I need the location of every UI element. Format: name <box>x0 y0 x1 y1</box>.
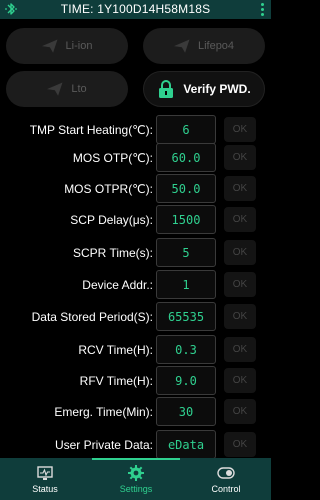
scpr-time-ok-button[interactable]: OK <box>224 240 256 265</box>
mos-otpr-input[interactable]: 50.0 <box>156 174 216 203</box>
send-icon <box>47 82 63 96</box>
scp-delay-input[interactable]: 1500 <box>156 205 216 234</box>
user-private-data-ok-button[interactable]: OK <box>224 432 256 457</box>
lifepo4-button[interactable]: Lifepo4 <box>143 28 265 64</box>
setting-row-tmp-start-heating: TMP Start Heating(℃): 6 OK <box>0 115 271 145</box>
emerg-time-input[interactable]: 30 <box>156 397 216 426</box>
rfv-time-input[interactable]: 9.0 <box>156 366 216 395</box>
nav-tab-settings[interactable]: Settings <box>91 464 181 498</box>
monitor-icon <box>37 466 53 480</box>
setting-row-data-stored-period: Data Stored Period(S): 65535 OK <box>0 302 271 332</box>
device-addr-input[interactable]: 1 <box>156 270 216 299</box>
setting-label: Emerg. Time(Min): <box>54 405 153 419</box>
setting-label: SCPR Time(s): <box>72 246 153 260</box>
setting-row-user-private-data: User Private Data: eData OK <box>0 430 271 460</box>
setting-label: MOS OTP(℃): <box>72 151 153 165</box>
setting-row-mos-otpr: MOS OTPR(℃): 50.0 OK <box>0 174 271 204</box>
li-ion-label: Li-ion <box>65 40 93 52</box>
verify-password-button[interactable]: Verify PWD. <box>143 71 265 107</box>
tmp-start-heating-input[interactable]: 6 <box>156 115 216 144</box>
nav-label-control: Control <box>211 484 241 494</box>
page-title: TIME: 1Y100D14H58M18S <box>60 2 211 16</box>
tmp-start-heating-ok-button[interactable]: OK <box>224 117 256 142</box>
bottom-navigation: Status Settings Control <box>0 458 271 500</box>
setting-label: Device Addr.: <box>82 278 153 292</box>
setting-row-rcv-time: RCV Time(H): 0.3 OK <box>0 335 271 365</box>
setting-label: User Private Data: <box>54 438 153 452</box>
scp-delay-ok-button[interactable]: OK <box>224 207 256 232</box>
nav-label-status: Status <box>32 484 58 494</box>
rfv-time-ok-button[interactable]: OK <box>224 368 256 393</box>
gear-icon <box>128 465 144 481</box>
setting-label: Data Stored Period(S): <box>31 310 153 324</box>
data-stored-period-input[interactable]: 65535 <box>156 302 216 331</box>
rcv-time-input[interactable]: 0.3 <box>156 335 216 364</box>
setting-label: RFV Time(H): <box>79 374 153 388</box>
nav-label-settings: Settings <box>119 484 153 494</box>
scpr-time-input[interactable]: 5 <box>156 238 216 267</box>
mos-otp-ok-button[interactable]: OK <box>224 145 256 170</box>
setting-label: TMP Start Heating(℃): <box>29 123 153 137</box>
overflow-menu-icon[interactable] <box>259 2 265 17</box>
emerg-time-ok-button[interactable]: OK <box>224 399 256 424</box>
send-icon <box>173 39 190 53</box>
lto-button[interactable]: Lto <box>6 71 128 107</box>
setting-label: SCP Delay(μs): <box>70 213 153 227</box>
nav-tab-control[interactable]: Control <box>181 464 271 498</box>
lifepo4-label: Lifepo4 <box>197 40 235 52</box>
lock-icon <box>159 80 174 98</box>
active-tab-indicator <box>92 458 180 460</box>
user-private-data-input[interactable]: eData <box>156 430 216 459</box>
setting-row-mos-otp: MOS OTP(℃): 60.0 OK <box>0 143 271 173</box>
rcv-time-ok-button[interactable]: OK <box>224 337 256 362</box>
setting-row-device-addr: Device Addr.: 1 OK <box>0 270 271 300</box>
setting-row-scp-delay: SCP Delay(μs): 1500 OK <box>0 205 271 235</box>
title-bar: TIME: 1Y100D14H58M18S <box>0 0 271 19</box>
device-addr-ok-button[interactable]: OK <box>224 272 256 297</box>
send-icon <box>41 39 58 53</box>
lto-label: Lto <box>71 83 87 95</box>
li-ion-button[interactable]: Li-ion <box>6 28 128 64</box>
mos-otpr-ok-button[interactable]: OK <box>224 176 256 201</box>
data-stored-period-ok-button[interactable]: OK <box>224 304 256 329</box>
setting-row-scpr-time: SCPR Time(s): 5 OK <box>0 238 271 268</box>
setting-row-rfv-time: RFV Time(H): 9.0 OK <box>0 366 271 396</box>
toggle-icon <box>217 467 235 479</box>
setting-label: RCV Time(H): <box>78 343 153 357</box>
nav-tab-status[interactable]: Status <box>0 464 90 498</box>
settings-panel: Li-ion Lifepo4 Lto Verify PWD. TMP Start… <box>0 19 271 460</box>
setting-row-emerg-time: Emerg. Time(Min): 30 OK <box>0 397 271 427</box>
mos-otp-input[interactable]: 60.0 <box>156 143 216 172</box>
verify-password-label: Verify PWD. <box>183 82 251 96</box>
setting-label: MOS OTPR(℃): <box>64 182 153 196</box>
